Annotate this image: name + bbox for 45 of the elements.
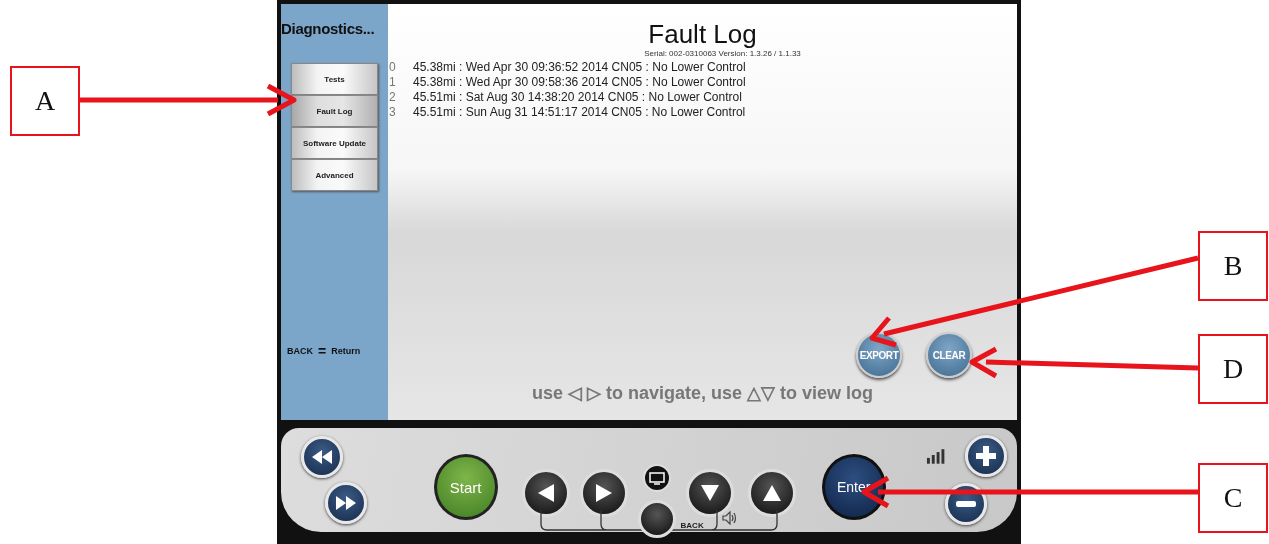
right-button[interactable] (579, 469, 628, 517)
rewind-button[interactable] (301, 436, 343, 478)
serial-version-text: Serial: 002-0310063 Version: 1.3.26 / 1.1.33 (643, 49, 802, 58)
rewind-icon (312, 450, 332, 464)
tv-icon (648, 471, 665, 485)
entry-index: 0 (388, 60, 397, 75)
equals-sign: = (318, 344, 327, 358)
up-arrow-icon (762, 485, 781, 501)
back-label: BACK (680, 521, 704, 530)
down-button[interactable] (685, 469, 734, 517)
speaker-icon (721, 511, 738, 525)
menu-button[interactable]: Tests (291, 63, 378, 95)
entry-index: 2 (388, 90, 397, 105)
menu-button[interactable]: Advanced (291, 159, 378, 191)
menu-button[interactable]: Fault Log (291, 95, 378, 127)
signal-icon (925, 446, 945, 464)
entry-index: 3 (388, 105, 397, 120)
tv-button[interactable] (642, 464, 671, 492)
sidebar-title: Diagnostics... (281, 19, 376, 37)
fast-forward-icon (336, 496, 356, 510)
menu-button[interactable]: Software Update (291, 127, 378, 159)
left-arrow-icon (537, 484, 554, 502)
left-button[interactable] (521, 469, 570, 517)
right-arrow-icon (595, 484, 612, 502)
minus-icon (956, 501, 976, 507)
up-button[interactable] (747, 469, 796, 517)
minus-button[interactable] (945, 483, 987, 525)
log-entry: 45.51mi : Sat Aug 30 14:38:20 2014 CN05 : No Lower Control (413, 90, 742, 105)
log-entry: 45.38mi : Wed Apr 30 09:58:36 2014 CN05 : No Lower Control (413, 75, 746, 90)
callout-label: B (1198, 231, 1268, 301)
callout-label: A (10, 66, 80, 136)
key-label: BACK (287, 346, 313, 356)
navigation-hint: use ◁ ▷ to navigate, use △▽ to view log (530, 382, 875, 404)
down-arrow-icon (700, 485, 719, 501)
callout-label: C (1198, 463, 1268, 533)
back-button[interactable] (637, 500, 676, 538)
log-entry: 45.51mi : Sun Aug 31 14:51:17 2014 CN05 : No Lower Control (413, 105, 746, 120)
page-title: Fault Log (647, 19, 758, 49)
key-action-label: Return (331, 346, 361, 356)
plus-icon (976, 446, 996, 466)
fast-forward-button[interactable] (325, 482, 367, 524)
callout-label: D (1198, 334, 1268, 404)
log-entry: 45.38mi : Wed Apr 30 09:36:52 2014 CN05 : No Lower Control (413, 60, 746, 75)
entry-index: 1 (388, 75, 397, 90)
plus-button[interactable] (965, 435, 1007, 477)
